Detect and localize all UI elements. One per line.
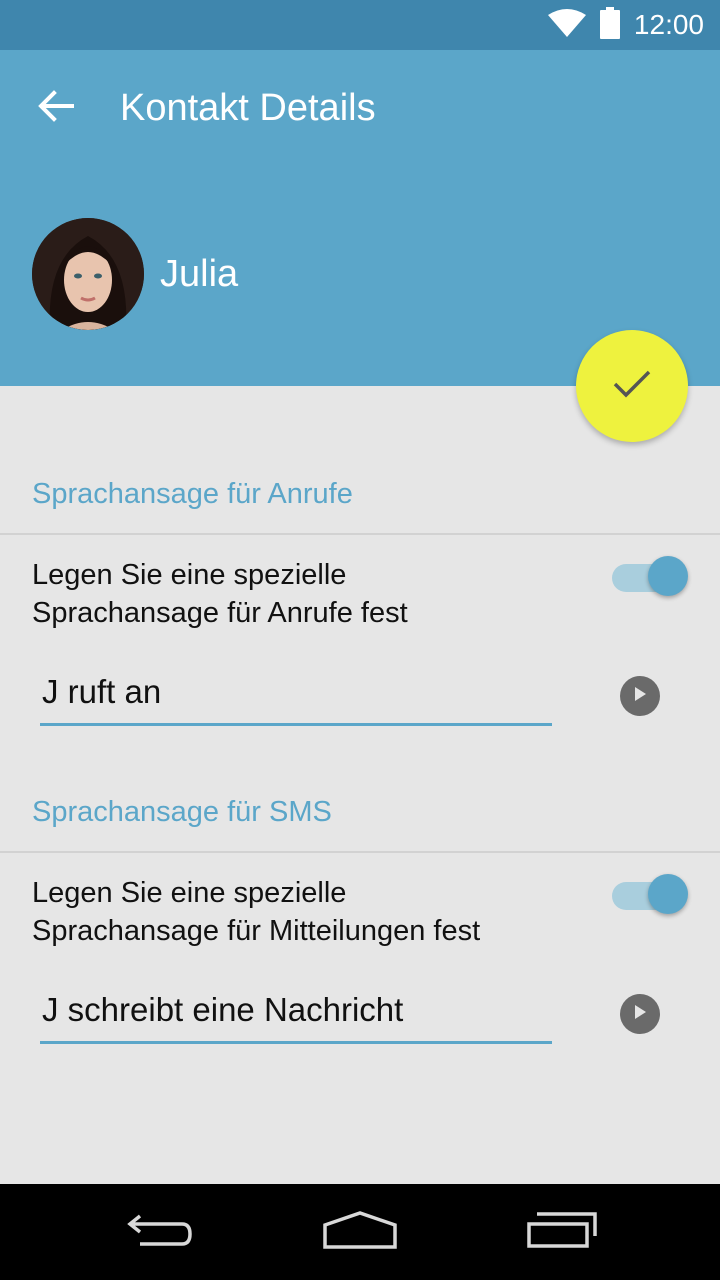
calls-description-line1: Legen Sie eine spezielle: [32, 559, 347, 591]
back-icon: [126, 1212, 194, 1253]
status-time: 12:00: [633, 9, 704, 40]
calls-announcement-input[interactable]: J ruft an: [40, 666, 552, 726]
navigation-bar: [0, 1184, 720, 1280]
calls-toggle-switch[interactable]: [612, 556, 690, 600]
calls-description: Legen Sie eine spezielle Sprachansage fü…: [32, 556, 572, 632]
nav-back-button[interactable]: [112, 1202, 208, 1262]
sms-toggle-switch[interactable]: [612, 874, 690, 918]
divider: [0, 851, 720, 853]
calls-description-line2: Sprachansage für Anrufe fest: [32, 597, 408, 629]
nav-recents-button[interactable]: [514, 1202, 610, 1262]
nav-home-button[interactable]: [312, 1202, 408, 1262]
section-title-sms: Sprachansage für SMS: [32, 796, 332, 828]
switch-thumb: [648, 874, 688, 914]
status-icons: 12:00: [547, 0, 704, 50]
calls-play-button[interactable]: [620, 676, 660, 716]
status-bar: 12:00: [0, 0, 720, 50]
divider: [0, 533, 720, 535]
sms-description-line1: Legen Sie eine spezielle: [32, 877, 347, 909]
confirm-fab-button[interactable]: [576, 330, 688, 442]
sms-description-line2: Sprachansage für Mitteilungen fest: [32, 915, 481, 947]
sms-announcement-input[interactable]: J schreibt eine Nachricht: [40, 984, 552, 1044]
play-icon: [633, 686, 647, 707]
arrow-left-icon: [38, 89, 74, 127]
back-button[interactable]: [26, 78, 86, 138]
recents-icon: [527, 1211, 597, 1253]
check-icon: [612, 369, 652, 404]
contact-name: Julia: [160, 253, 239, 295]
battery-icon: [599, 6, 620, 44]
sms-play-button[interactable]: [620, 994, 660, 1034]
wifi-icon: [547, 8, 586, 42]
page-title: Kontakt Details: [120, 87, 376, 129]
home-icon: [323, 1210, 397, 1254]
play-icon: [633, 1004, 647, 1025]
switch-thumb: [648, 556, 688, 596]
avatar: [32, 218, 144, 330]
sms-description: Legen Sie eine spezielle Sprachansage fü…: [32, 874, 572, 950]
section-title-calls: Sprachansage für Anrufe: [32, 478, 353, 510]
